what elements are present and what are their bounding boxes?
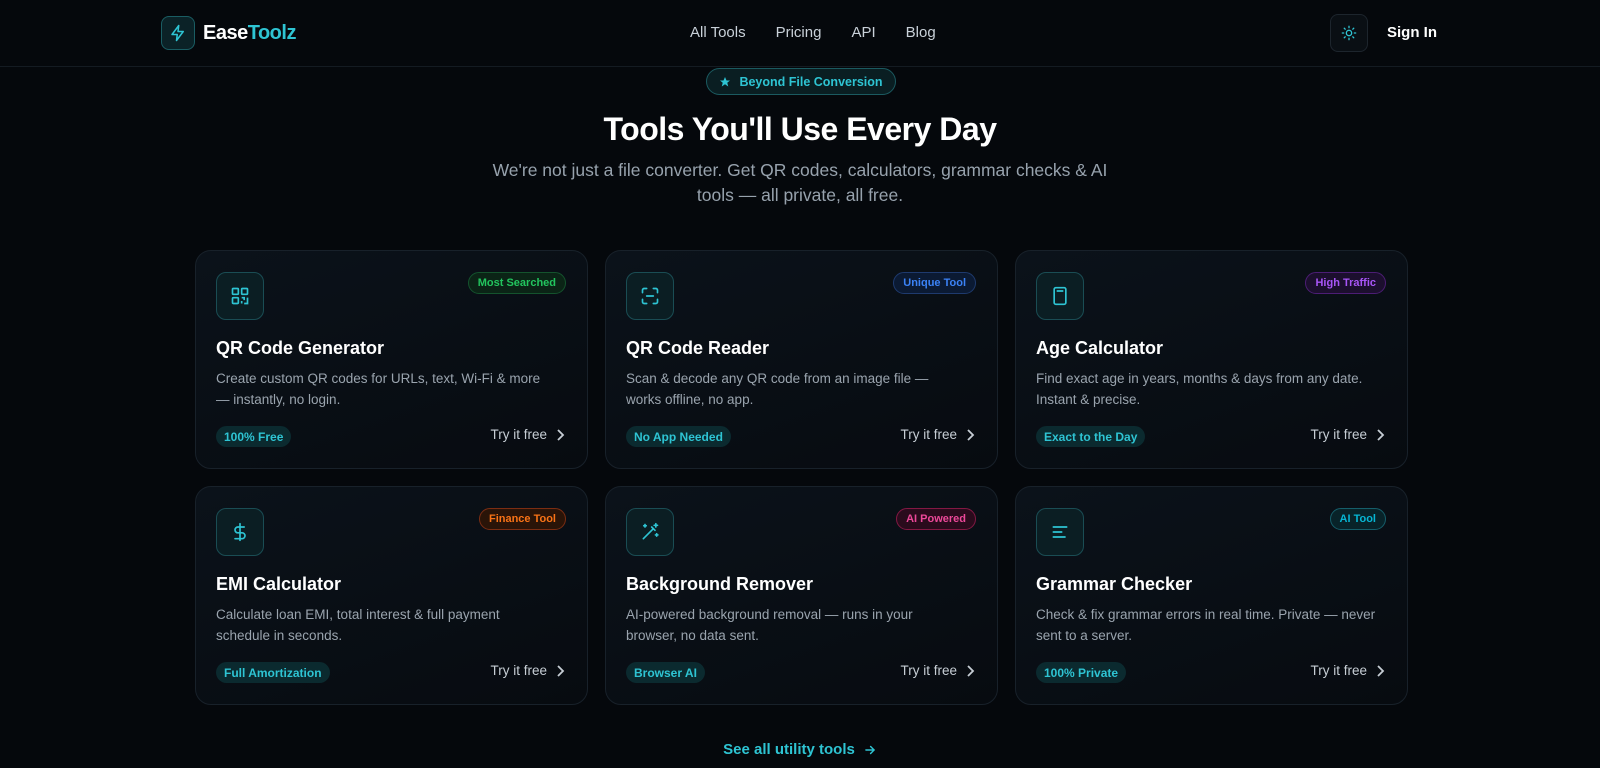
try-it-free-link[interactable]: Try it free (900, 427, 975, 442)
card-title: EMI Calculator (216, 574, 342, 594)
logo-text-ease: Ease (203, 21, 248, 44)
tool-card-emi-calculator[interactable]: Finance Tool EMI Calculator Calculate lo… (195, 486, 588, 705)
card-title: Background Remover (626, 574, 814, 594)
site-header: EaseToolz All Tools Pricing API Blog Sig… (0, 0, 1600, 67)
card-title: QR Code Generator (216, 338, 385, 358)
card-tag: No App Needed (626, 426, 731, 447)
chevron-right-icon (1377, 664, 1385, 677)
card-tag: 100% Private (1036, 662, 1127, 683)
card-tag: Full Amortization (216, 662, 330, 683)
try-it-free-link[interactable]: Try it free (490, 663, 565, 678)
hero-pill-badge: Beyond File Conversion (706, 68, 896, 95)
card-badge: Finance Tool (478, 508, 566, 530)
card-title: Age Calculator (1036, 338, 1164, 358)
logo-text-toolz: Toolz (247, 21, 297, 44)
card-badge: AI Powered (896, 508, 976, 530)
card-badge: High Traffic (1305, 272, 1386, 294)
chevron-right-icon (967, 664, 975, 677)
card-tag: 100% Free (216, 426, 292, 447)
scan-icon (626, 272, 674, 320)
main-nav: All Tools Pricing API Blog (690, 24, 966, 41)
star-icon (720, 76, 731, 86)
card-tag: Exact to the Day (1036, 426, 1146, 447)
nav-api[interactable]: API (851, 24, 875, 41)
try-it-free-link[interactable]: Try it free (490, 427, 565, 442)
dollar-icon (216, 508, 264, 556)
chevron-right-icon (557, 428, 565, 441)
hero-subtitle: We're not just a file converter. Get QR … (492, 160, 1108, 205)
try-link-label: Try it free (1310, 427, 1367, 442)
card-description: Calculate loan EMI, total interest & ful… (216, 607, 500, 643)
tool-card-grammar-checker[interactable]: AI Tool Grammar Checker Check & fix gram… (1015, 486, 1408, 705)
card-description: Create custom QR codes for URLs, text, W… (216, 371, 541, 407)
try-it-free-link[interactable]: Try it free (900, 663, 975, 678)
try-it-free-link[interactable]: Try it free (1310, 427, 1385, 442)
card-badge: AI Tool (1329, 508, 1386, 530)
card-description: Check & fix grammar errors in real time.… (1036, 607, 1376, 643)
tool-card-qr-reader[interactable]: Unique Tool QR Code Reader Scan & decode… (605, 250, 998, 469)
calculator-icon (1036, 272, 1084, 320)
see-all-label: See all utility tools (723, 741, 855, 758)
card-description: AI-powered background removal — runs in … (626, 607, 913, 643)
see-all-section: See all utility tools (0, 741, 1600, 758)
theme-toggle-button[interactable] (1330, 14, 1368, 52)
tool-card-age-calculator[interactable]: High Traffic Age Calculator Find exact a… (1015, 250, 1408, 469)
chevron-right-icon (557, 664, 565, 677)
magic-wand-icon (626, 508, 674, 556)
nav-pricing[interactable]: Pricing (776, 24, 822, 41)
card-description: Find exact age in years, months & days f… (1036, 371, 1363, 407)
card-badge: Most Searched (467, 272, 566, 294)
card-title: Grammar Checker (1036, 574, 1193, 594)
try-link-label: Try it free (490, 427, 547, 442)
hero-pill-text: Beyond File Conversion (739, 74, 883, 89)
nav-all-tools[interactable]: All Tools (690, 24, 746, 41)
card-title: QR Code Reader (626, 338, 770, 358)
arrow-right-icon (865, 745, 875, 754)
lightning-icon (161, 16, 195, 50)
chevron-right-icon (1377, 428, 1385, 441)
sign-in-button[interactable]: Sign In (1387, 24, 1437, 41)
try-it-free-link[interactable]: Try it free (1310, 663, 1385, 678)
page-title: Tools You'll Use Every Day (603, 111, 997, 147)
card-tag: Browser AI (626, 662, 705, 683)
sun-icon (1341, 25, 1357, 41)
try-link-label: Try it free (900, 663, 957, 678)
card-description: Scan & decode any QR code from an image … (626, 371, 929, 407)
tool-card-qr-generator[interactable]: Most Searched QR Code Generator Create c… (195, 250, 588, 469)
see-all-tools-link[interactable]: See all utility tools (723, 741, 877, 758)
logo[interactable]: EaseToolz (161, 16, 296, 50)
tool-card-background-remover[interactable]: AI Powered Background Remover AI-powered… (605, 486, 998, 705)
try-link-label: Try it free (490, 663, 547, 678)
nav-blog[interactable]: Blog (906, 24, 936, 41)
text-align-icon (1036, 508, 1084, 556)
chevron-right-icon (967, 428, 975, 441)
try-link-label: Try it free (1310, 663, 1367, 678)
qr-code-icon (216, 272, 264, 320)
card-badge: Unique Tool (893, 272, 976, 294)
try-link-label: Try it free (900, 427, 957, 442)
logo-text: EaseToolz (203, 22, 296, 45)
